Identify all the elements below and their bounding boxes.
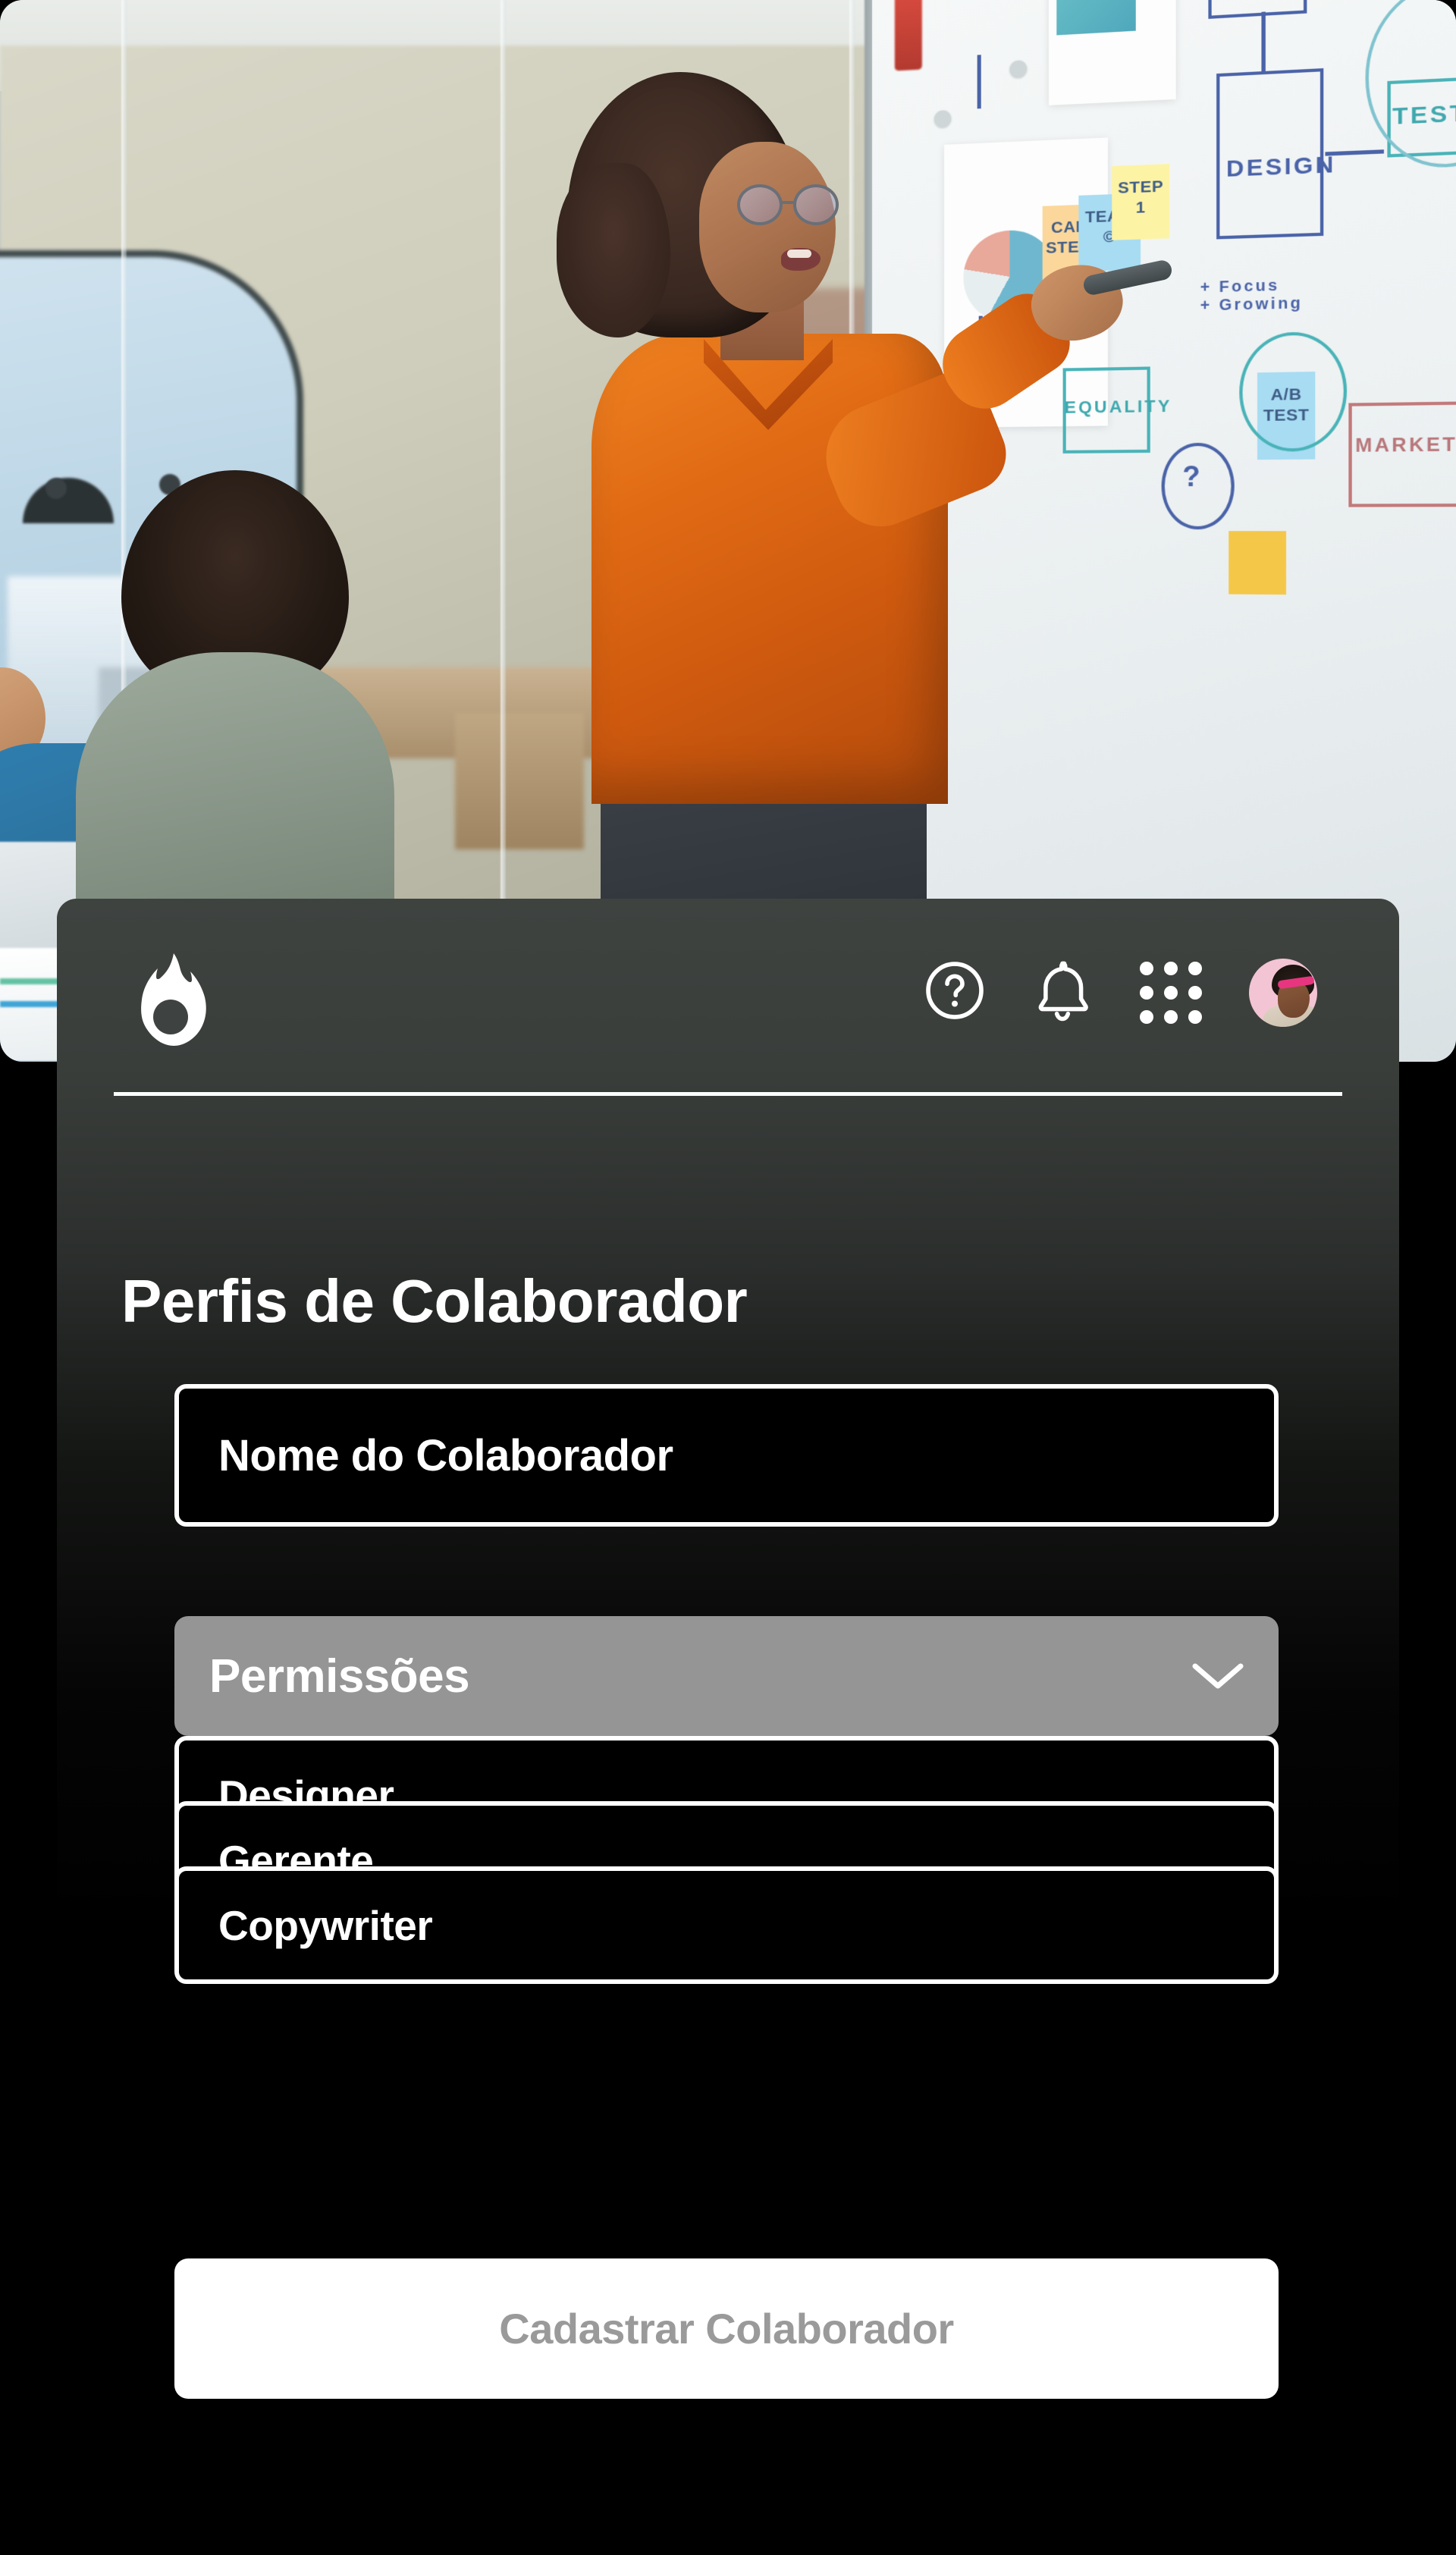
flow-circle xyxy=(1365,0,1456,171)
teal-print xyxy=(1056,0,1136,36)
top-navigation-bar xyxy=(57,899,1399,1094)
option-label: Copywriter xyxy=(218,1901,433,1949)
flow-circle xyxy=(1239,331,1348,452)
question-circle-icon[interactable] xyxy=(924,960,985,1025)
page-title: Perfis de Colaborador xyxy=(121,1267,748,1335)
employee-name-input[interactable]: Nome do Colaborador xyxy=(174,1384,1279,1527)
flow-box xyxy=(1208,0,1307,19)
permissions-select-label: Permissões xyxy=(209,1649,470,1703)
flow-text-note: + Focus + Growing xyxy=(1200,277,1304,315)
employee-name-value: Nome do Colaborador xyxy=(218,1430,673,1480)
grid-apps-icon[interactable] xyxy=(1140,961,1202,1024)
bell-icon[interactable] xyxy=(1032,958,1093,1027)
flow-arrow xyxy=(977,55,981,109)
chevron-down-icon xyxy=(1191,1660,1245,1692)
permission-option-copywriter[interactable]: Copywriter xyxy=(174,1866,1279,1984)
flame-logo-icon[interactable] xyxy=(132,953,209,1046)
flow-label-design: DESIGN xyxy=(1226,151,1336,183)
topbar-action-group xyxy=(924,958,1317,1027)
question-mark-sketch: ? xyxy=(1182,460,1203,493)
permissions-select[interactable]: Permissões xyxy=(174,1616,1279,1736)
flow-arrow xyxy=(1261,11,1266,72)
submit-button[interactable]: Cadastrar Colaborador xyxy=(174,2258,1279,2399)
flow-label-marketing: MARKETING xyxy=(1355,433,1456,457)
ceiling-fixture xyxy=(46,478,67,499)
flow-label-equality: EQUALITY xyxy=(1064,396,1172,417)
red-marker xyxy=(894,0,922,71)
flow-arrow xyxy=(1325,149,1384,156)
sticky-note: STEP 1 xyxy=(1112,164,1170,240)
header-divider xyxy=(114,1092,1342,1096)
magnet xyxy=(1009,60,1028,78)
sticky-note xyxy=(1228,531,1287,595)
app-screen: CALL STEVE TEAM © STEP 1 A/B TEST DESIGN TES… xyxy=(0,0,1456,2555)
avatar[interactable] xyxy=(1249,958,1317,1027)
